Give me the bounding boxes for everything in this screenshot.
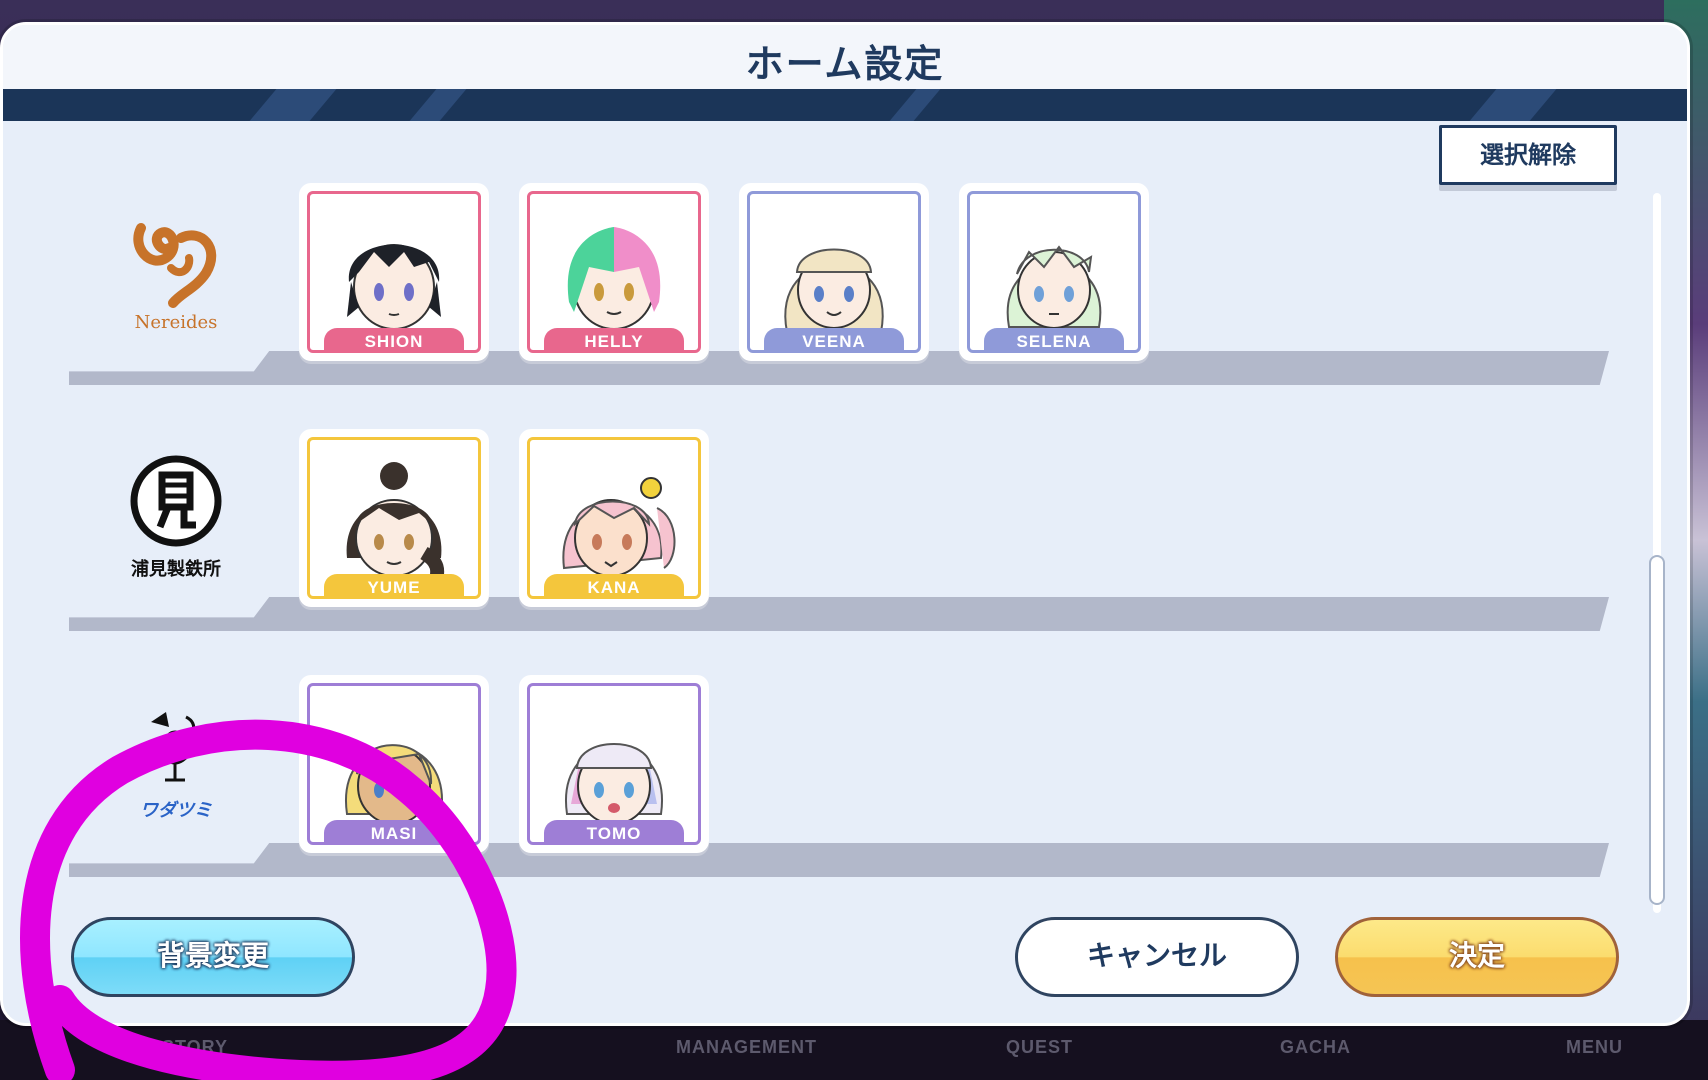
- nav-quest[interactable]: QUEST: [1006, 1037, 1073, 1058]
- nereides-emblem-icon: [133, 222, 217, 308]
- wadatsumi-logo: ワダツミ: [91, 687, 261, 837]
- microphone-icon: [151, 712, 196, 782]
- character-name: SHION: [324, 328, 464, 350]
- character-portrait: [1006, 245, 1102, 329]
- nav-menu[interactable]: MENU: [1566, 1037, 1623, 1058]
- nav-management[interactable]: MANAGEMENT: [676, 1037, 817, 1058]
- nereides-logo: Nereides: [91, 195, 261, 345]
- character-name: VEENA: [764, 328, 904, 350]
- nav-story[interactable]: STORY: [162, 1037, 228, 1058]
- cancel-button[interactable]: キャンセル: [1015, 917, 1299, 997]
- character-card-selena[interactable]: SELENA: [959, 183, 1149, 361]
- logo-caption: ワダツミ: [140, 800, 212, 821]
- character-name: SELENA: [984, 328, 1124, 350]
- character-portrait: [347, 244, 441, 330]
- row-shelf: [69, 843, 1609, 877]
- logo-caption: Nereides: [134, 311, 218, 333]
- character-portrait: [565, 743, 663, 825]
- row-shelf: [69, 597, 1609, 631]
- character-card-shion[interactable]: SHION: [299, 183, 489, 361]
- home-settings-modal: ホーム設定 選択解除 Nereides SHION HELLY VEENA SE…: [0, 22, 1690, 1026]
- character-name: TOMO: [544, 820, 684, 842]
- group-row-nereides: Nereides SHION HELLY VEENA SELENA: [3, 183, 1663, 385]
- character-portrait: [346, 462, 445, 588]
- confirm-button[interactable]: 決定: [1335, 917, 1619, 997]
- character-portrait: [784, 248, 884, 333]
- character-card-kana[interactable]: KANA: [519, 429, 709, 607]
- title-band: [3, 89, 1687, 121]
- character-name: YUME: [324, 574, 464, 596]
- character-card-tomo[interactable]: TOMO: [519, 675, 709, 853]
- character-portrait: [567, 227, 661, 330]
- character-portrait: [562, 477, 676, 577]
- character-card-helly[interactable]: HELLY: [519, 183, 709, 361]
- urami-emblem-icon: [130, 455, 222, 547]
- bottom-nav: STORY MANAGEMENT QUEST GACHA MENU: [0, 1020, 1708, 1080]
- character-portrait: [345, 744, 443, 825]
- logo-caption: 浦見製鉄所: [131, 559, 221, 580]
- character-name: KANA: [544, 574, 684, 596]
- deselect-button[interactable]: 選択解除: [1439, 125, 1617, 185]
- group-row-urami: 浦見製鉄所 YUME KANA: [3, 429, 1663, 631]
- urami-steel-logo: 浦見製鉄所: [91, 441, 261, 591]
- character-name: HELLY: [544, 328, 684, 350]
- modal-header: ホーム設定: [3, 25, 1687, 89]
- nav-gacha[interactable]: GACHA: [1280, 1037, 1351, 1058]
- modal-title: ホーム設定: [745, 42, 945, 86]
- character-card-veena[interactable]: VEENA: [739, 183, 929, 361]
- character-card-masi[interactable]: MASI: [299, 675, 489, 853]
- character-card-yume[interactable]: YUME: [299, 429, 489, 607]
- background-change-button[interactable]: 背景変更: [71, 917, 355, 997]
- character-name: MASI: [324, 820, 464, 842]
- group-row-wadatsumi: ワダツミ MASI TOMO: [3, 675, 1663, 877]
